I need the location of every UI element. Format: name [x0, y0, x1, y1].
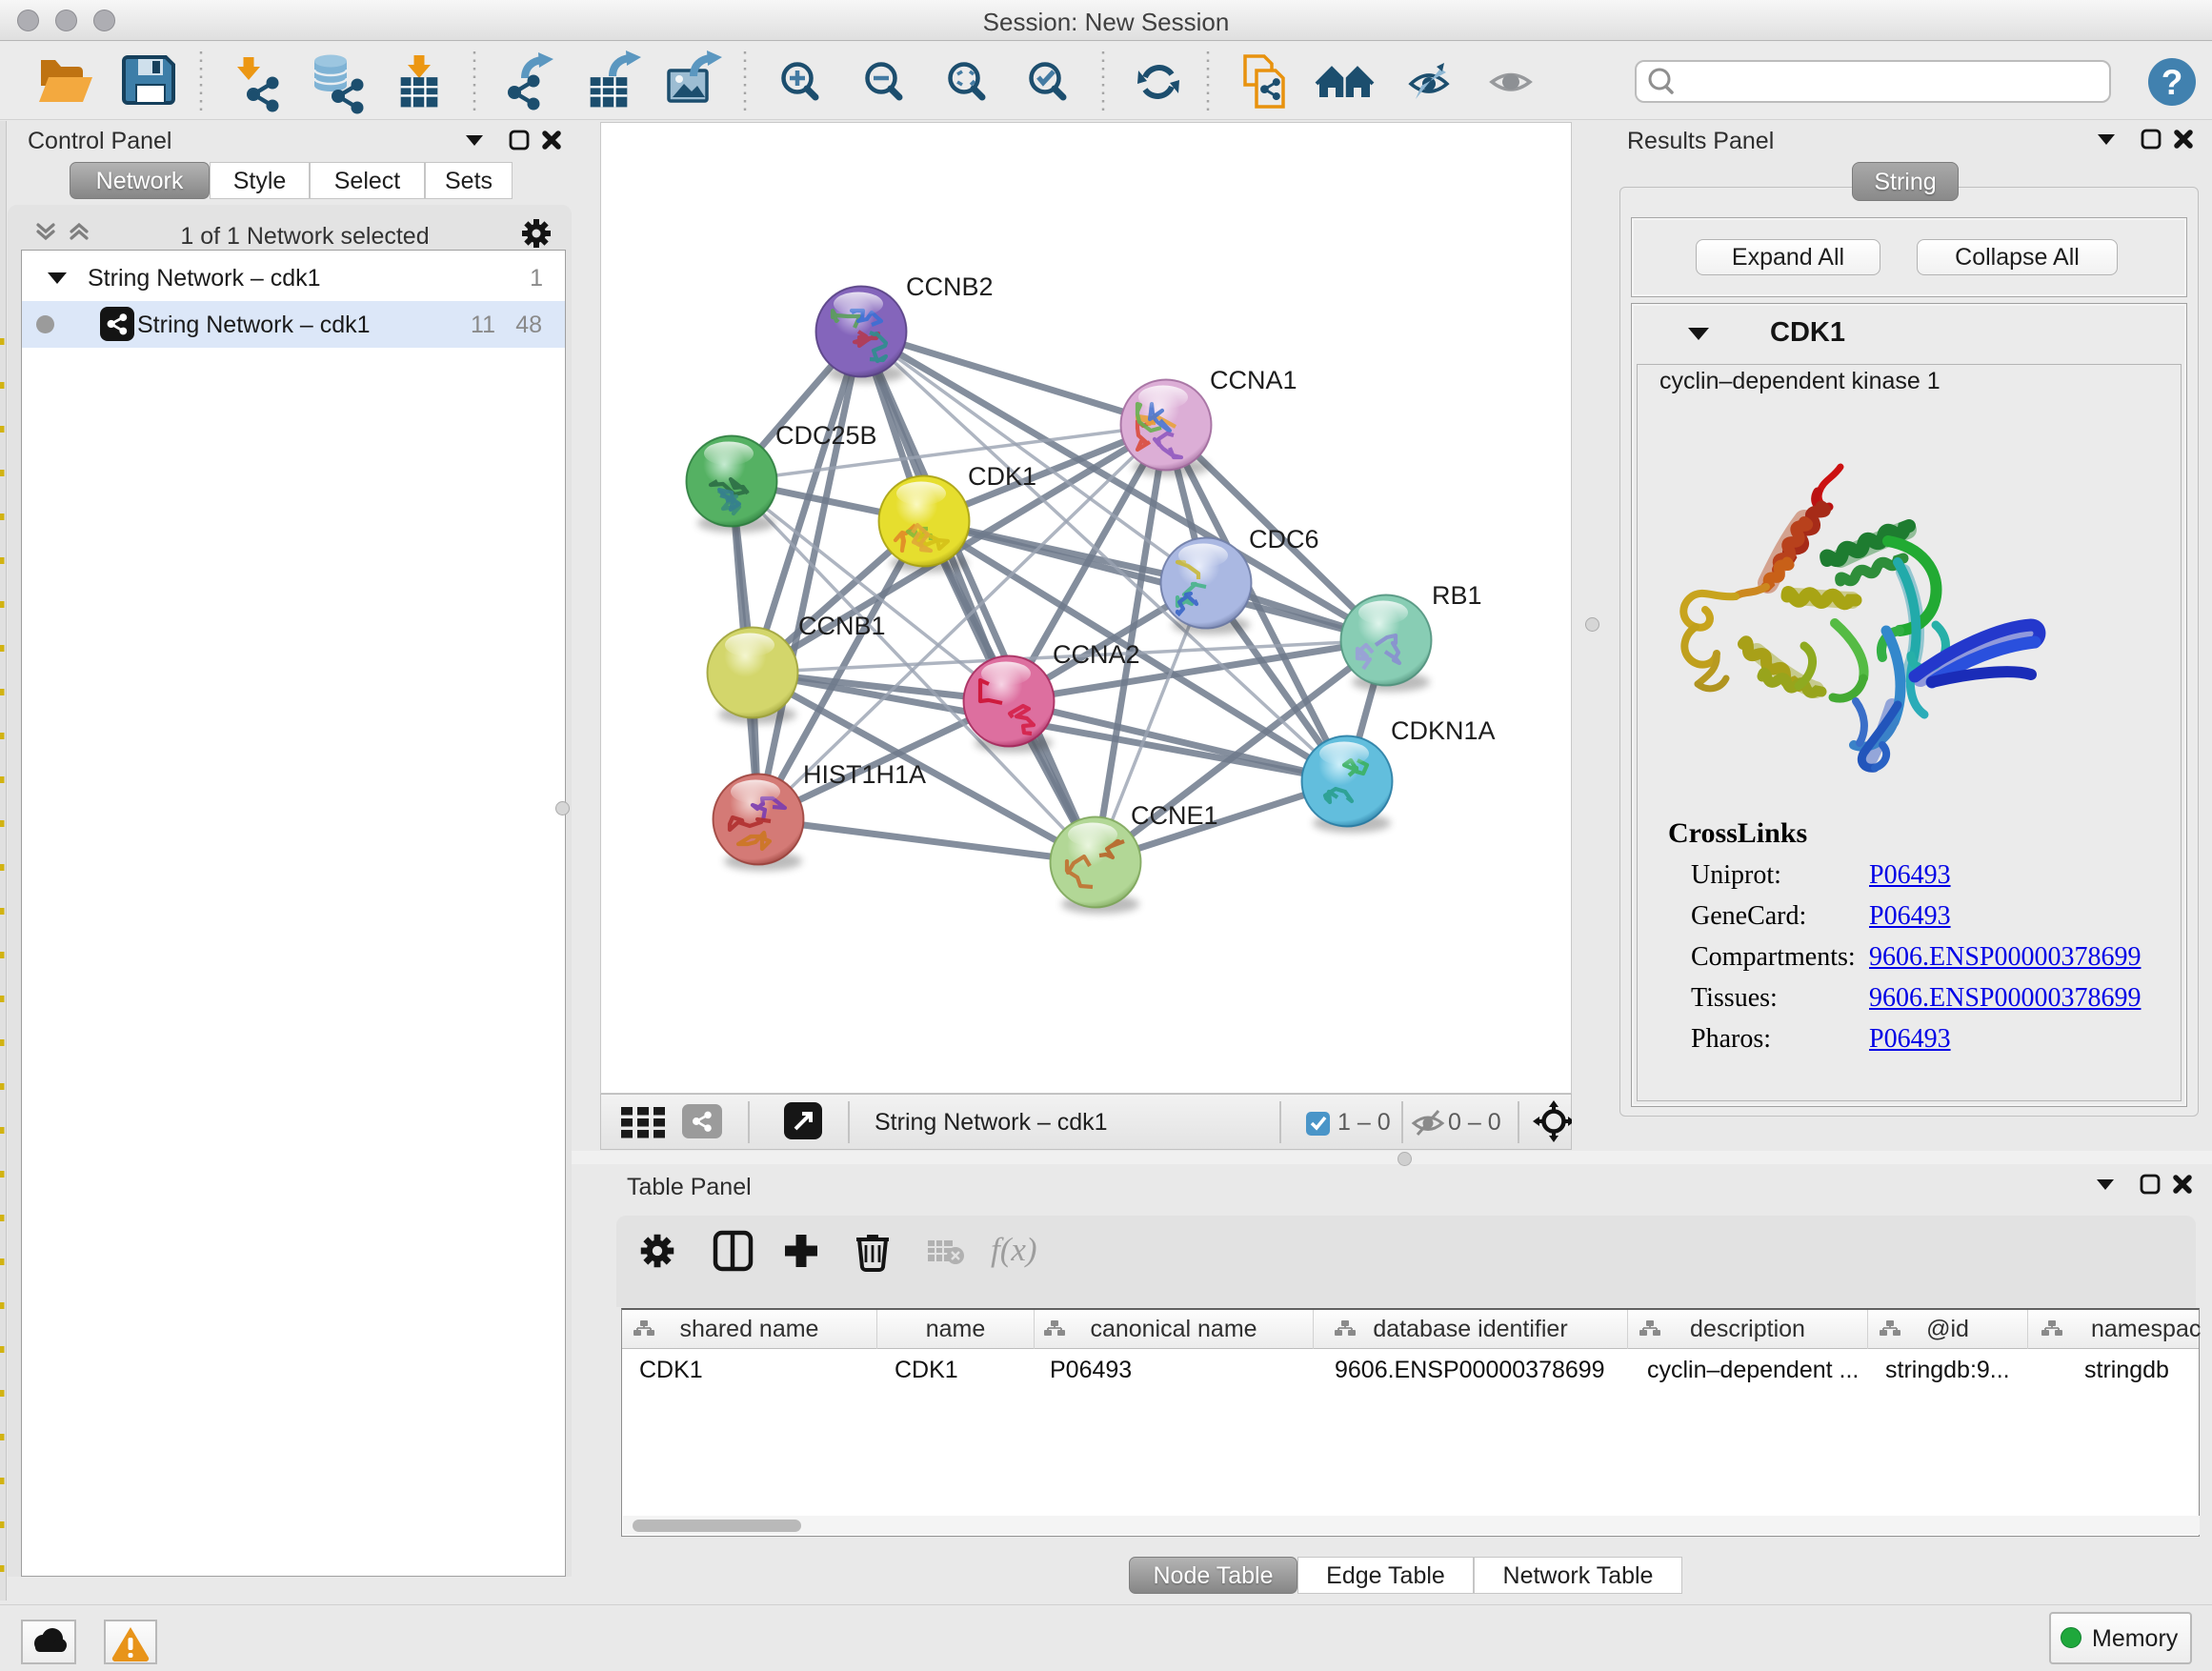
svg-text:CCNB2: CCNB2	[906, 272, 994, 301]
svg-text:CDC6: CDC6	[1249, 525, 1319, 554]
svg-text:CCNE1: CCNE1	[1131, 801, 1218, 830]
svg-text:?: ?	[2162, 63, 2183, 102]
svg-text:HIST1H1A: HIST1H1A	[803, 760, 926, 789]
svg-text:CDK1: CDK1	[968, 462, 1036, 491]
svg-text:CDC25B: CDC25B	[775, 421, 877, 450]
svg-text:CDKN1A: CDKN1A	[1391, 716, 1496, 745]
svg-text:CCNA1: CCNA1	[1210, 366, 1297, 394]
svg-text:RB1: RB1	[1432, 581, 1482, 610]
svg-text:CCNA2: CCNA2	[1053, 640, 1140, 669]
svg-text:CCNB1: CCNB1	[798, 612, 886, 640]
